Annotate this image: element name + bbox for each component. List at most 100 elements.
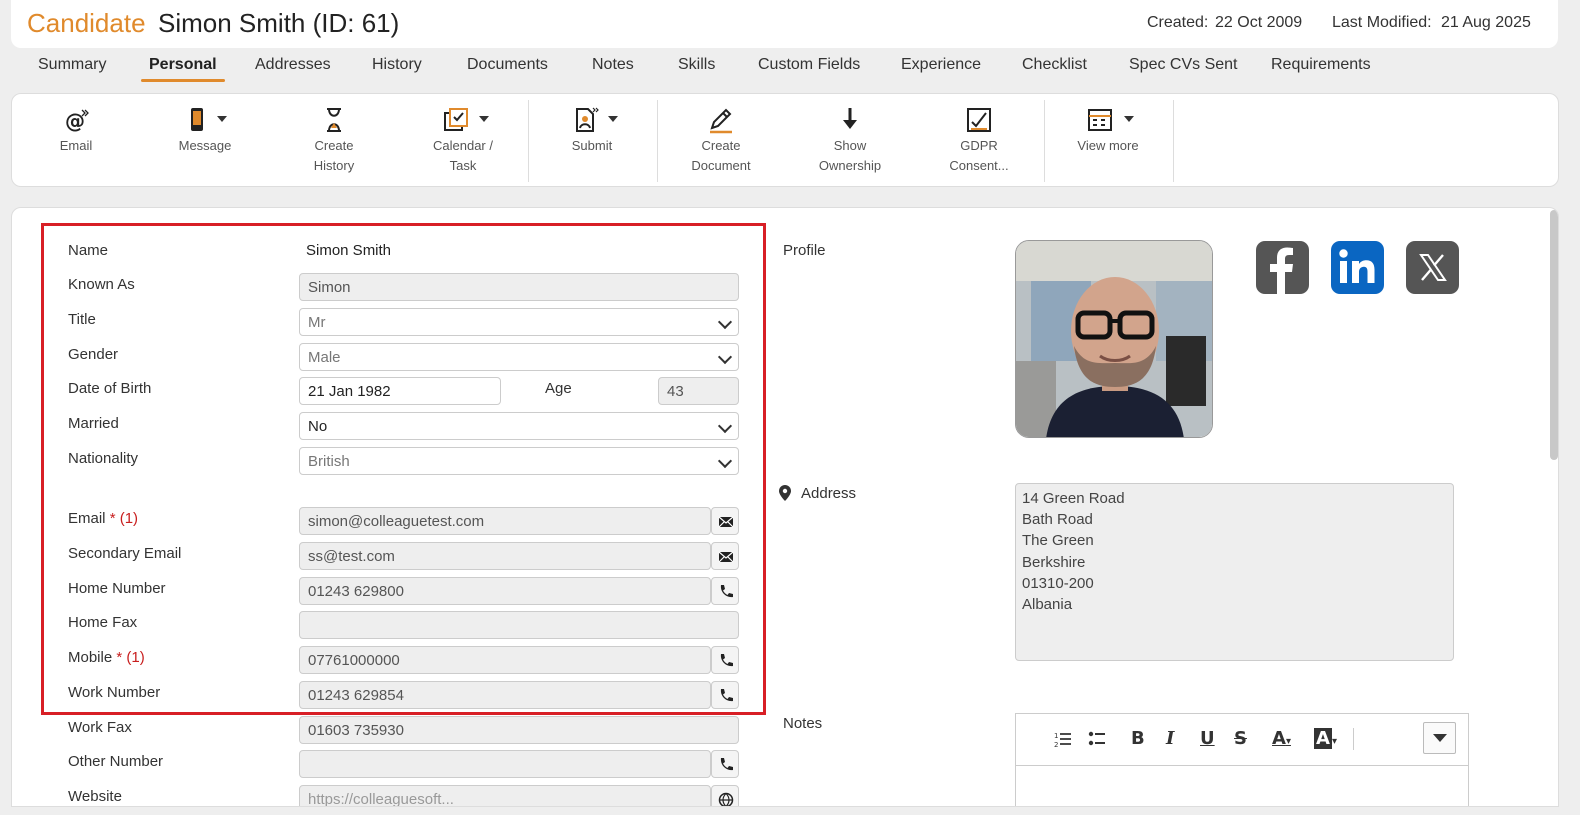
home-fax-input[interactable] (299, 611, 739, 639)
facebook-icon (1270, 247, 1293, 294)
call-other-button[interactable] (711, 750, 739, 778)
age-input[interactable]: 43 (658, 377, 739, 405)
send-email-button[interactable] (711, 507, 739, 535)
highlight-color-icon[interactable]: A ▾ (1314, 728, 1337, 749)
gdpr-consent-button[interactable]: GDPR Consent... (929, 102, 1029, 176)
email-input[interactable]: simon@colleaguetest.com (299, 507, 711, 535)
phone-icon (720, 689, 733, 702)
gdpr-label-2: Consent... (949, 158, 1009, 173)
at-sign-icon: @ (65, 109, 89, 133)
view-more-button[interactable]: View more (1058, 102, 1158, 156)
mobile-input[interactable]: 07761000000 (299, 646, 711, 674)
tab-history[interactable]: History (372, 56, 422, 74)
known-as-input[interactable]: Simon (299, 273, 739, 301)
numbered-list-icon[interactable]: 12 (1054, 730, 1072, 748)
bold-icon[interactable]: B (1131, 728, 1145, 749)
tab-skills[interactable]: Skills (678, 56, 715, 74)
calendar-task-button[interactable]: Calendar / Task (413, 102, 513, 176)
show-ownership-button[interactable]: Show Ownership (800, 102, 900, 176)
address-line: 01310-200 (1022, 574, 1094, 592)
envelope-icon (718, 516, 734, 528)
tab-summary[interactable]: Summary (38, 56, 106, 74)
profile-label: Profile (783, 242, 826, 259)
x-twitter-icon (1419, 254, 1447, 281)
email-action-button[interactable]: @ Email (26, 102, 126, 156)
gdpr-consent-icon (967, 108, 991, 132)
call-home-button[interactable] (711, 577, 739, 605)
address-line: Berkshire (1022, 553, 1086, 571)
tab-custom-fields[interactable]: Custom Fields (758, 56, 860, 74)
work-fax-input[interactable]: 01603 735930 (299, 716, 739, 744)
entity-type: Candidate (27, 8, 146, 38)
bullet-list-icon[interactable] (1088, 730, 1106, 748)
strikethrough-icon[interactable]: S (1234, 728, 1247, 749)
send-secondary-email-button[interactable] (711, 542, 739, 570)
tab-experience[interactable]: Experience (901, 56, 981, 74)
dob-label: Date of Birth (68, 380, 152, 397)
create-history-button[interactable]: Create History (284, 102, 384, 176)
underline-icon[interactable]: U (1200, 728, 1215, 749)
show-ownership-label-1: Show (833, 138, 867, 153)
email-action-label: Email (59, 138, 93, 153)
submit-label: Submit (571, 138, 613, 153)
svg-text:1: 1 (1054, 732, 1058, 740)
title-select[interactable]: Mr (299, 308, 739, 336)
call-mobile-button[interactable] (711, 646, 739, 674)
age-label: Age (545, 380, 572, 397)
nationality-select[interactable]: British (299, 447, 739, 475)
italic-icon[interactable]: I (1166, 728, 1174, 749)
website-input[interactable]: https://colleaguesoft... (299, 785, 711, 806)
personal-panel: Name Simon Smith Known As Simon Title Mr… (11, 207, 1559, 807)
create-history-label-1: Create (314, 138, 354, 153)
secondary-email-label: Secondary Email (68, 545, 182, 562)
submit-button[interactable]: Submit (542, 102, 642, 156)
envelope-icon (718, 551, 734, 563)
phone-icon (720, 758, 733, 771)
name-label: Name (68, 242, 109, 259)
secondary-email-input[interactable]: ss@test.com (299, 542, 711, 570)
open-website-button[interactable] (711, 785, 739, 806)
profile-photo[interactable] (1015, 240, 1213, 438)
globe-icon (718, 792, 734, 806)
linkedin-button[interactable] (1331, 241, 1384, 294)
facebook-button[interactable] (1256, 241, 1309, 294)
tab-documents[interactable]: Documents (467, 56, 548, 74)
required-marker: * (1) (116, 649, 145, 666)
tab-notes[interactable]: Notes (592, 56, 634, 74)
font-color-icon[interactable]: A▾ (1272, 728, 1291, 749)
tab-spec-cvs-sent[interactable]: Spec CVs Sent (1129, 56, 1238, 74)
gender-select[interactable]: Male (299, 343, 739, 371)
tab-personal[interactable]: Personal (141, 56, 225, 82)
show-ownership-label-2: Ownership (818, 158, 882, 173)
notes-editor[interactable]: 12 B I U S A▾ A ▾ (1015, 713, 1469, 806)
work-number-input[interactable]: 01243 629854 (299, 681, 711, 709)
call-work-button[interactable] (711, 681, 739, 709)
message-action-label: Message (178, 138, 232, 153)
x-twitter-button[interactable] (1406, 241, 1459, 294)
message-action-button[interactable]: Message (155, 102, 255, 156)
other-number-input[interactable] (299, 750, 711, 778)
tab-requirements[interactable]: Requirements (1271, 56, 1371, 74)
create-document-label-1: Create (701, 138, 741, 153)
title-label: Title (68, 311, 96, 328)
created-value: 22 Oct 2009 (1215, 14, 1303, 31)
vertical-scrollbar[interactable] (1550, 210, 1558, 460)
mobile-phone-icon (191, 108, 203, 131)
create-document-button[interactable]: Create Document (671, 102, 771, 176)
calendar-check-icon (444, 108, 468, 131)
address-line: The Green (1022, 532, 1094, 550)
editor-more-button[interactable] (1423, 722, 1456, 754)
married-select[interactable]: No (299, 412, 739, 440)
chevron-down-icon (479, 116, 489, 122)
nationality-label: Nationality (68, 450, 139, 467)
home-number-input[interactable]: 01243 629800 (299, 577, 711, 605)
tab-checklist[interactable]: Checklist (1022, 56, 1087, 74)
pencil-icon (710, 108, 732, 134)
address-line: Bath Road (1022, 511, 1093, 529)
dob-input[interactable]: 21 Jan 1982 (299, 377, 501, 405)
toolbar-divider (1173, 100, 1174, 182)
address-textarea[interactable]: 14 Green Road Bath Road The Green Berksh… (1015, 483, 1454, 661)
map-marker-icon (779, 485, 791, 501)
linkedin-icon (1339, 249, 1375, 283)
tab-addresses[interactable]: Addresses (255, 56, 331, 74)
